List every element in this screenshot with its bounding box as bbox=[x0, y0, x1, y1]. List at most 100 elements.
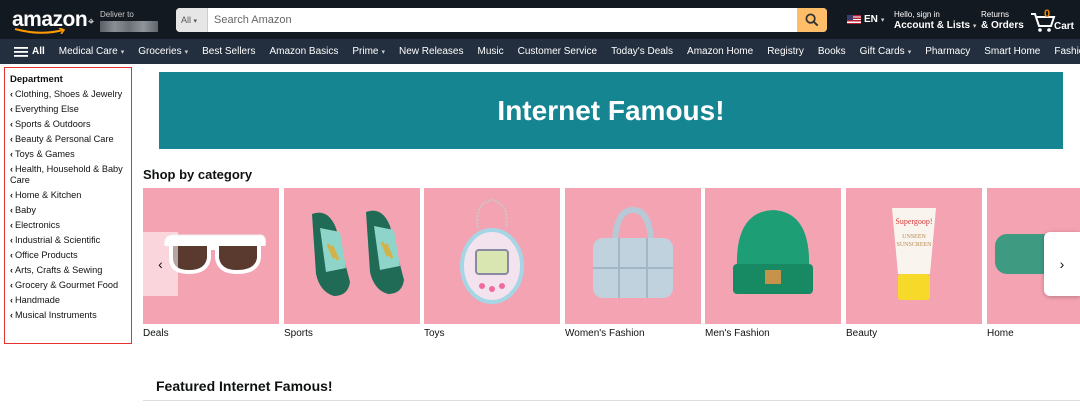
sidebar-item-grocery-gourmet-food[interactable]: ‹ Grocery & Gourmet Food bbox=[10, 280, 131, 291]
category-label-mens-fashion[interactable]: Men's Fashion bbox=[705, 328, 770, 339]
sidebar-item-beauty-personal-care[interactable]: ‹ Beauty & Personal Care bbox=[10, 134, 131, 145]
returns-orders-link[interactable]: Returns & Orders bbox=[981, 9, 1024, 31]
hamburger-menu-icon bbox=[14, 46, 28, 57]
sidebar-item-health-household-baby-care[interactable]: ‹ Health, Household & Baby Care bbox=[10, 164, 131, 186]
nav-item-label: Fashion bbox=[1054, 46, 1080, 57]
chevron-down-icon: ▾ bbox=[381, 48, 386, 56]
sidebar-item-handmade[interactable]: ‹ Handmade bbox=[10, 295, 131, 306]
chevron-left-icon: ‹ bbox=[10, 220, 13, 230]
sidebar-item-label: Beauty & Personal Care bbox=[15, 134, 114, 144]
hero-banner[interactable]: Internet Famous! bbox=[159, 72, 1063, 149]
nav-item-amazon-basics[interactable]: Amazon Basics bbox=[269, 46, 338, 57]
category-label-deals[interactable]: Deals bbox=[143, 328, 169, 339]
cart-label: Cart bbox=[1054, 21, 1075, 32]
sidebar-item-clothing-shoes-jewelry[interactable]: ‹ Clothing, Shoes & Jewelry bbox=[10, 89, 131, 100]
category-label-home[interactable]: Home bbox=[987, 328, 1014, 339]
category-tile-womens-fashion[interactable] bbox=[565, 188, 701, 324]
nav-item-label: Books bbox=[817, 46, 846, 57]
sidebar-item-label: Arts, Crafts & Sewing bbox=[15, 265, 103, 275]
top-nav-bar: amazon ⌖ Deliver to All ▾ EN ▾ Hello, si… bbox=[0, 0, 1080, 39]
nav-item-label: Pharmacy bbox=[925, 46, 971, 57]
sidebar-item-label: Grocery & Gourmet Food bbox=[15, 280, 119, 290]
nav-item-amazon-home[interactable]: Amazon Home bbox=[687, 46, 753, 57]
carousel-prev-button[interactable]: ‹ bbox=[143, 232, 178, 296]
all-menu-label: All bbox=[32, 46, 45, 57]
shop-by-category-title: Shop by category bbox=[143, 167, 253, 182]
chevron-left-icon: ‹ bbox=[10, 310, 13, 320]
sidebar-item-industrial-scientific[interactable]: ‹ Industrial & Scientific bbox=[10, 235, 131, 246]
deliver-to-label: Deliver to bbox=[100, 10, 134, 19]
sidebar-item-label: Baby bbox=[15, 205, 36, 215]
search-input[interactable] bbox=[212, 8, 792, 32]
sidebar-item-musical-instruments[interactable]: ‹ Musical Instruments bbox=[10, 310, 131, 321]
chevron-down-icon: ▾ bbox=[193, 18, 198, 25]
nav-item-books[interactable]: Books bbox=[818, 46, 846, 57]
deliver-to-location[interactable]: ⌖ Deliver to bbox=[88, 10, 168, 34]
sidebar-item-everything-else[interactable]: ‹ Everything Else bbox=[10, 104, 131, 115]
cart-button[interactable]: 0 Cart bbox=[1030, 8, 1078, 34]
nav-item-label: Groceries bbox=[138, 46, 182, 57]
sidebar-item-office-products[interactable]: ‹ Office Products bbox=[10, 250, 131, 261]
search-button[interactable] bbox=[797, 8, 827, 32]
svg-text:UNSEEN: UNSEEN bbox=[902, 234, 926, 240]
returns-label: Returns bbox=[981, 10, 1010, 19]
sidebar-item-baby[interactable]: ‹ Baby bbox=[10, 205, 131, 216]
nav-item-gift-cards[interactable]: Gift Cards ▾ bbox=[860, 46, 912, 57]
blurred-location bbox=[100, 21, 158, 32]
chevron-down-icon: ▾ bbox=[120, 48, 125, 56]
nav-item-groceries[interactable]: Groceries ▾ bbox=[138, 46, 188, 57]
search-category-select[interactable]: All ▾ bbox=[176, 8, 208, 32]
sidebar-item-home-kitchen[interactable]: ‹ Home & Kitchen bbox=[10, 190, 131, 201]
us-flag-icon bbox=[847, 15, 861, 24]
chevron-left-icon: ‹ bbox=[10, 250, 13, 260]
chevron-left-icon: ‹ bbox=[10, 295, 13, 305]
nav-item-label: Amazon Basics bbox=[269, 46, 339, 57]
nav-item-medical-care[interactable]: Medical Care ▾ bbox=[59, 46, 124, 57]
chevron-left-icon: ‹ bbox=[10, 235, 13, 245]
all-menu-button[interactable]: All bbox=[14, 46, 45, 57]
category-tile-sports[interactable] bbox=[284, 188, 420, 324]
nav-item-smart-home[interactable]: Smart Home bbox=[984, 46, 1040, 57]
nav-item-label: Customer Service bbox=[517, 46, 598, 57]
chevron-left-icon: ‹ bbox=[10, 280, 13, 290]
nav-item-customer-service[interactable]: Customer Service bbox=[518, 46, 597, 57]
category-tile-beauty[interactable]: Supergoop! UNSEEN SUNSCREEN bbox=[846, 188, 982, 324]
nav-item-today-s-deals[interactable]: Today's Deals bbox=[611, 46, 673, 57]
chevron-down-icon: ▾ bbox=[184, 48, 189, 56]
nav-item-prime[interactable]: Prime ▾ bbox=[352, 46, 385, 57]
category-tile-mens-fashion[interactable] bbox=[705, 188, 841, 324]
category-label-toys[interactable]: Toys bbox=[424, 328, 445, 339]
sidebar-item-electronics[interactable]: ‹ Electronics bbox=[10, 220, 131, 231]
location-pin-icon: ⌖ bbox=[88, 16, 95, 28]
sidebar-item-sports-outdoors[interactable]: ‹ Sports & Outdoors bbox=[10, 119, 131, 130]
account-lists-menu[interactable]: Hello, sign in Account & Lists ▾ bbox=[894, 9, 976, 32]
account-lists-text: Account & Lists bbox=[894, 20, 971, 31]
nav-item-label: Registry bbox=[767, 46, 804, 57]
sidebar-item-toys-games[interactable]: ‹ Toys & Games bbox=[10, 149, 131, 160]
nav-item-music[interactable]: Music bbox=[478, 46, 504, 57]
category-label-beauty[interactable]: Beauty bbox=[846, 328, 877, 339]
category-tile-toys[interactable] bbox=[424, 188, 560, 324]
category-label-sports[interactable]: Sports bbox=[284, 328, 313, 339]
sidebar-item-label: Industrial & Scientific bbox=[15, 235, 101, 245]
nav-item-new-releases[interactable]: New Releases bbox=[399, 46, 463, 57]
category-label-womens-fashion[interactable]: Women's Fashion bbox=[565, 328, 645, 339]
language-label: EN bbox=[864, 14, 878, 25]
language-selector[interactable]: EN ▾ bbox=[847, 14, 884, 25]
svg-text:SUNSCREEN: SUNSCREEN bbox=[896, 242, 932, 248]
chevron-left-icon: ‹ bbox=[10, 190, 13, 200]
carousel-next-button[interactable]: › bbox=[1044, 232, 1080, 296]
nav-item-registry[interactable]: Registry bbox=[767, 46, 804, 57]
orders-label: & Orders bbox=[981, 20, 1024, 31]
sidebar-item-arts-crafts-sewing[interactable]: ‹ Arts, Crafts & Sewing bbox=[10, 265, 131, 276]
nav-item-fashion[interactable]: Fashion bbox=[1054, 46, 1080, 57]
sidebar-item-label: Everything Else bbox=[15, 104, 79, 114]
nav-item-pharmacy[interactable]: Pharmacy bbox=[925, 46, 970, 57]
svg-text:Supergoop!: Supergoop! bbox=[895, 217, 932, 226]
nav-item-best-sellers[interactable]: Best Sellers bbox=[202, 46, 255, 57]
nav-item-label: Music bbox=[477, 46, 504, 57]
nav-item-label: Medical Care bbox=[58, 46, 118, 57]
nav-links: Medical Care ▾ Groceries ▾ Best Sellers Amazo… bbox=[59, 46, 1080, 57]
sidebar-item-label: Toys & Games bbox=[15, 149, 75, 159]
featured-divider bbox=[143, 400, 1080, 401]
